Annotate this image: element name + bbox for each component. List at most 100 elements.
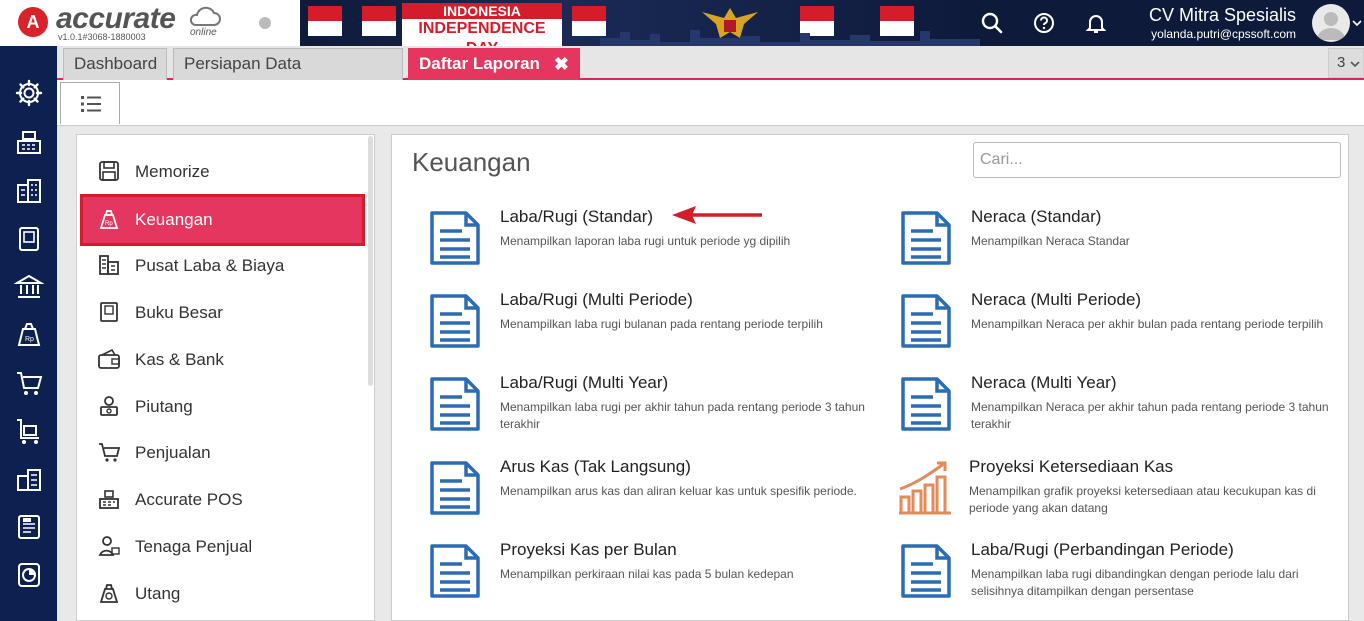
independence-day-banner: INDONESIA INDEPENDENCE DAY [300,0,980,46]
report-description: Menampilkan Neraca per akhir tahun pada … [971,400,1329,431]
report-title: Laba/Rugi (Multi Periode) [500,290,693,309]
app-header: A accurate online v1.0.1#3068-1880003 IN… [0,0,1364,46]
annotation-arrow-icon [672,206,762,224]
tab-count-value: 3 [1337,54,1346,71]
chevron-down-icon[interactable] [1352,19,1362,27]
document-icon [430,211,480,265]
report-item-laba-rugi-multi-periode[interactable]: Laba/Rugi (Multi Periode) Menampilkan la… [428,290,878,362]
category-label: Tenaga Penjual [135,537,253,556]
purchase-cart-icon[interactable] [14,416,44,446]
report-title: Arus Kas (Tak Langsung) [500,457,691,476]
status-dot-icon [259,17,271,29]
ledger-icon [100,302,118,322]
growth-chart-icon [899,461,951,515]
report-title: Laba/Rugi (Standar) [500,207,654,226]
document-icon [430,461,480,515]
category-piutang[interactable]: Piutang [77,384,374,430]
category-kas-bank[interactable]: Kas & Bank [77,337,374,383]
category-label: Memorize [135,162,210,181]
tab-dashboard[interactable]: Dashboard [63,48,167,80]
category-memorize[interactable]: Memorize [77,149,374,195]
report-title: Neraca (Multi Periode) [971,290,1142,309]
report-item-laba-rugi-standar[interactable]: Laba/Rugi (Standar) Menampilkan laporan … [428,207,878,279]
help-icon[interactable] [1032,11,1056,35]
receivable-bag-icon[interactable]: Rp [14,320,44,350]
category-accurate-pos[interactable]: Accurate POS [77,477,374,523]
header-user-area: CV Mitra Spesialis yolanda.putri@cpssoft… [980,0,1364,46]
document-icon [430,544,480,598]
page-title: Keuangan [412,147,531,177]
banner-line2: INDEPENDENCE DAY [402,19,562,46]
category-utang[interactable]: Utang [77,571,374,617]
report-description: Menampilkan perkiraan nilai kas pada 5 b… [500,567,794,581]
accurate-logo-icon: A [18,7,48,37]
logo-text: accurate [56,2,176,35]
category-label: Utang [135,584,181,603]
report-chart-icon[interactable] [14,560,44,590]
report-description: Menampilkan laba rugi per akhir tahun pa… [500,400,865,431]
tab-daftar-laporan-label: Daftar Laporan [419,54,540,73]
category-label: Keuangan [135,210,213,229]
document-icon [430,377,480,431]
logo-online: online [190,27,217,38]
list-menu-button[interactable] [60,82,120,124]
company-building-icon[interactable] [14,176,44,206]
bank-icon[interactable] [14,272,44,302]
report-item-proyeksi-ketersediaan-kas[interactable]: Proyeksi Ketersediaan Kas Menampilkan gr… [897,457,1347,529]
settings-gear-icon[interactable] [14,78,44,108]
category-label: Penjualan [135,443,211,462]
notification-bell-icon[interactable] [1084,11,1108,35]
left-nav-bar: Rp [0,46,57,621]
report-title: Proyeksi Kas per Bulan [500,540,677,559]
category-list-scrollbar[interactable] [368,136,373,386]
receivable-icon [100,396,118,416]
report-item-arus-kas[interactable]: Arus Kas (Tak Langsung) Menampilkan arus… [428,457,878,529]
flag-icon [362,6,396,36]
category-buku-besar[interactable]: Buku Besar [77,290,374,336]
document-icon [901,377,951,431]
category-pusat-laba-biaya[interactable]: Pusat Laba & Biaya [77,243,374,289]
report-title: Neraca (Standar) [971,207,1102,226]
report-description: Menampilkan laporan laba rugi untuk peri… [500,234,791,248]
report-description: Menampilkan Neraca Standar [971,234,1130,248]
wallet-icon [98,348,120,369]
document-icon [430,294,480,348]
company-name[interactable]: CV Mitra Spesialis [1149,5,1296,26]
category-penjualan[interactable]: Penjualan [77,430,374,476]
search-icon[interactable] [980,11,1004,35]
document-icon [901,544,951,598]
close-icon[interactable]: ✖ [554,49,569,79]
report-item-proyeksi-kas-per-bulan[interactable]: Proyeksi Kas per Bulan Menampilkan perki… [428,540,878,612]
logo[interactable]: A accurate online v1.0.1#3068-1880003 [0,0,290,46]
banner-line1: INDONESIA [402,3,562,19]
cash-register-icon[interactable] [14,127,44,157]
document-icon [901,211,951,265]
report-category-list: Memorize Rp Keuangan Pusat Laba & Biaya … [76,134,375,621]
tab-count-dropdown[interactable]: 3 [1328,48,1364,78]
report-item-neraca-standar[interactable]: Neraca (Standar) Menampilkan Neraca Stan… [899,207,1348,279]
tab-persiapan-data[interactable]: Persiapan Data Perusahaan [173,48,403,103]
user-email[interactable]: yolanda.putri@cpssoft.com [1151,27,1296,41]
shopping-cart-icon[interactable] [14,368,44,398]
report-title: Proyeksi Ketersediaan Kas [969,457,1174,476]
category-label: Pusat Laba & Biaya [135,256,285,275]
search-input[interactable] [973,142,1341,178]
report-item-neraca-multi-periode[interactable]: Neraca (Multi Periode) Menampilkan Nerac… [899,290,1348,362]
category-keuangan[interactable]: Rp Keuangan [80,194,365,246]
report-item-laba-rugi-multi-year[interactable]: Laba/Rugi (Multi Year) Menampilkan laba … [428,373,878,445]
inventory-icon[interactable] [14,464,44,494]
report-title: Laba/Rugi (Perbandingan Periode) [971,540,1234,559]
report-title: Neraca (Multi Year) [971,373,1117,392]
category-tenaga-penjual[interactable]: Tenaga Penjual [77,524,374,570]
report-item-neraca-multi-year[interactable]: Neraca (Multi Year) Menampilkan Neraca p… [899,373,1348,445]
avatar[interactable] [1312,4,1350,42]
report-list-panel: Keuangan Laba/Rugi (Standar) Menampilkan… [391,134,1349,621]
ledger-book-icon[interactable] [14,224,44,254]
app-version: v1.0.1#3068-1880003 [58,32,146,42]
tax-document-icon[interactable] [14,512,44,542]
svg-text:Rp: Rp [25,336,34,343]
tab-daftar-laporan[interactable]: Daftar Laporan ✖ [408,48,580,80]
skyline-decoration [600,30,980,46]
report-item-laba-rugi-perbandingan[interactable]: Laba/Rugi (Perbandingan Periode) Menampi… [899,540,1348,612]
building-icon [99,255,119,275]
